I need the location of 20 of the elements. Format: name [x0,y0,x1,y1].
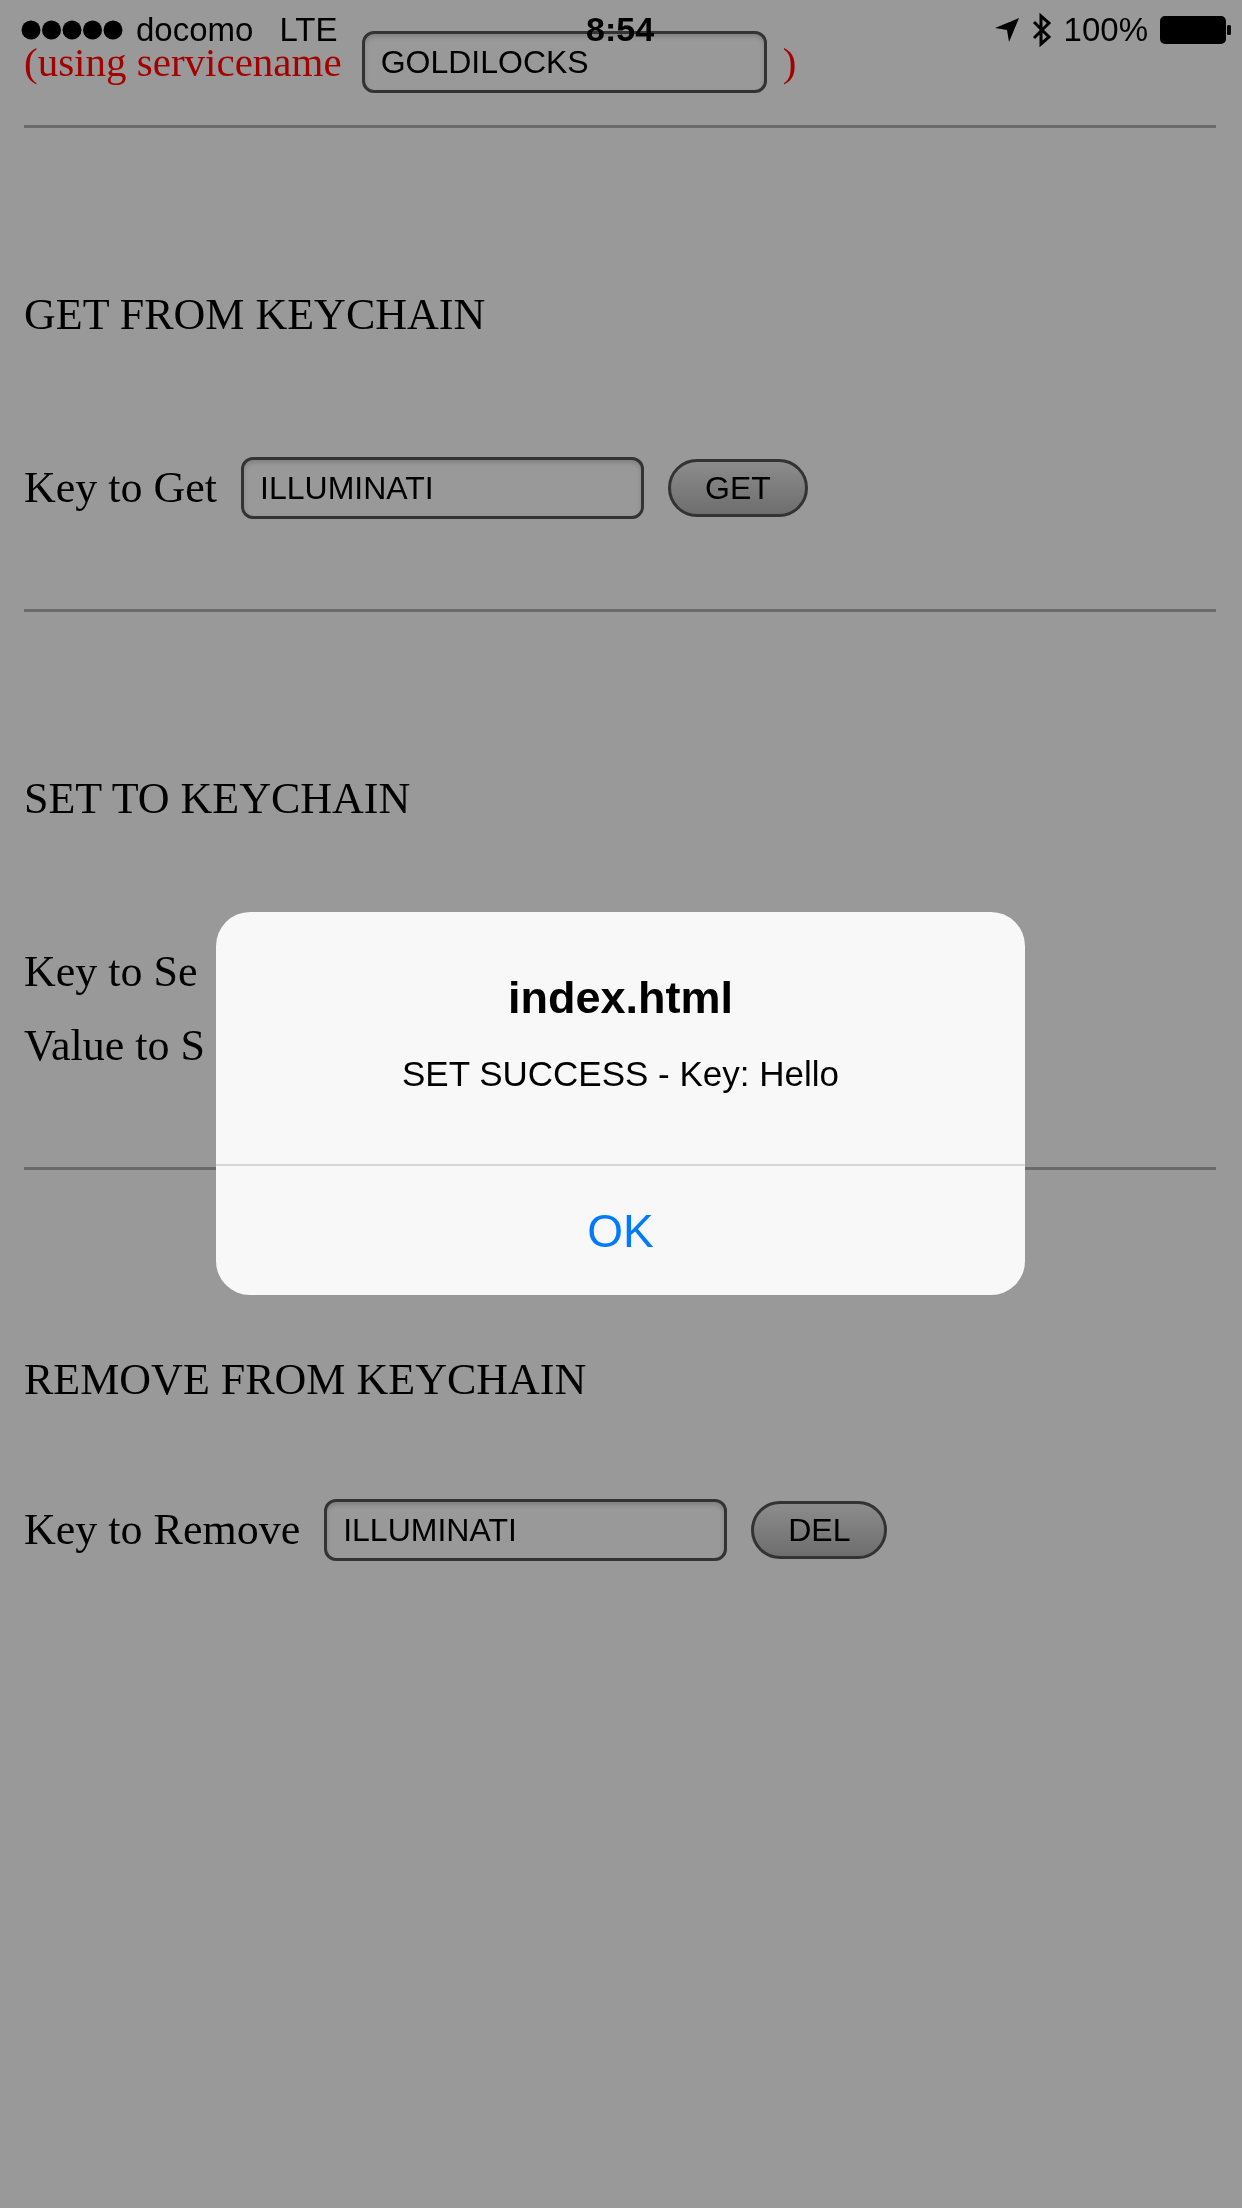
bluetooth-icon [1031,13,1052,47]
action-button[interactable]: GET [668,459,808,517]
field-label: Key to Get [24,462,218,514]
section-heading: REMOVE FROM KEYCHAIN [24,1354,588,1406]
field-label: Key to Remove [24,1504,301,1556]
alert-title: index.html [508,972,733,1024]
ok-button[interactable]: OK [216,1166,1025,1295]
location-icon [993,17,1020,43]
action-button[interactable]: DEL [751,1501,888,1559]
signal-icon [20,19,124,41]
input-field[interactable]: ILLUMINATI [324,1499,728,1561]
alert-message: SET SUCCESS - Key: Hello [402,1054,839,1094]
field-label: Value to S [24,1020,205,1072]
battery-percent: 100% [1063,11,1148,49]
closing-paren: ) [782,41,797,83]
battery-icon [1160,16,1232,44]
section-heading: GET FROM KEYCHAIN [24,289,487,341]
input-field[interactable]: ILLUMINATI [241,457,645,519]
field-label: Key to Se [24,946,198,998]
section-heading: SET TO KEYCHAIN [24,773,412,825]
